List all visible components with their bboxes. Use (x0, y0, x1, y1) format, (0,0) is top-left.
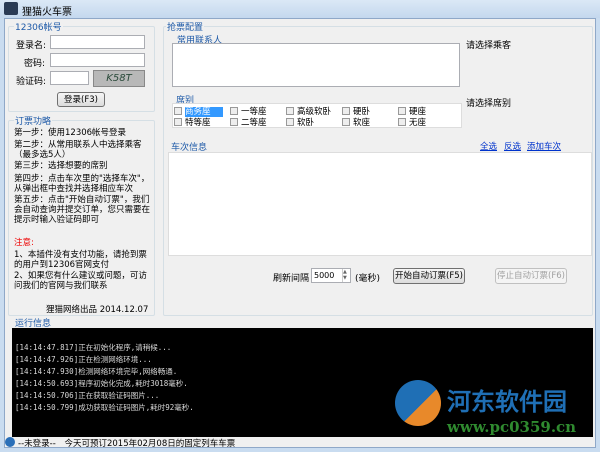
guide-step: 第二步：从常用联系人中选择乘客（最多选5人） (14, 140, 142, 160)
password-input[interactable] (50, 53, 145, 67)
login-status: --未登录-- (18, 439, 56, 449)
seat-option-label: 软卧 (297, 118, 315, 128)
seat-checkbox[interactable]: 软卧 (286, 116, 314, 128)
checkbox-icon[interactable] (398, 107, 406, 115)
checkbox-icon[interactable] (174, 107, 182, 115)
checkbox-icon[interactable] (286, 118, 294, 126)
notice-title: 注意: (14, 238, 34, 248)
refresh-value: 5000 (314, 271, 335, 280)
watermark-name: 河东软件园 (447, 387, 567, 416)
guide-footer: 狸猫网络出品 2014.12.07 (46, 305, 149, 315)
notice-item: 2、如果您有什么建议或问题，可访问我们的官网与我们联系 (14, 271, 147, 291)
config-group-label: 抢票配置 (166, 20, 205, 33)
checkbox-icon[interactable] (286, 107, 294, 115)
spinner-arrows-icon[interactable]: ▲ ▼ (342, 269, 350, 282)
refresh-label: 刷新间隔 (273, 274, 310, 284)
refresh-unit: (毫秒) (355, 274, 381, 284)
notice-item: 1、本插件没有支付功能，请抢到票的用户到12306官网支付 (14, 250, 147, 270)
seat-checkbox[interactable]: 无座 (398, 116, 426, 128)
app-icon (4, 2, 18, 15)
login-button[interactable]: 登录(F3) (57, 92, 105, 107)
checkbox-icon[interactable] (230, 107, 238, 115)
status-message: 今天可预订2015年02月08日的固定列车车票 (64, 439, 236, 449)
guide-group-label: 订票功略 (14, 114, 53, 127)
title-bar: 狸猫火车票 (0, 0, 600, 18)
checkbox-icon[interactable] (174, 118, 182, 126)
select-all-link[interactable]: 全选 (480, 140, 497, 152)
status-icon (5, 437, 15, 447)
status-bar: --未登录-- 今天可预订2015年02月08日的固定列车车票 (5, 437, 595, 451)
checkbox-icon[interactable] (398, 118, 406, 126)
guide-step: 第五步：点击"开始自动订票"，我们会自动查询并提交订单，您只需要在提示时输入验证… (14, 195, 151, 225)
seat-checkbox[interactable]: 软座 (342, 116, 370, 128)
seat-checkbox[interactable]: 二等座 (230, 116, 267, 128)
guide-step: 第四步：点击车次里的"选择车次"，从弹出框中查找并选择相应车次 (14, 174, 150, 194)
seat-option-label: 软座 (353, 118, 371, 128)
seat-option-label: 二等座 (241, 118, 267, 128)
add-train-link[interactable]: 添加车次 (527, 140, 561, 152)
seat-option-label: 无座 (409, 118, 427, 128)
checkbox-icon[interactable] (342, 118, 350, 126)
start-auto-booking-button[interactable]: 开始自动订票(F5) (393, 268, 465, 284)
watermark: 河东软件园 www.pc0359.cn (395, 380, 600, 440)
log-line: [14:14:47.926]正在检测网络环境... (15, 355, 152, 364)
seat-checkbox[interactable]: 特等座 (174, 116, 211, 128)
log-line: [14:14:47.930]检测网络环境完毕,网络畅通. (15, 367, 178, 376)
username-label: 登录名: (16, 41, 47, 51)
captcha-image[interactable]: K58T (93, 70, 145, 87)
watermark-logo (395, 380, 441, 426)
stop-auto-booking-button[interactable]: 停止自动订票(F6) (495, 268, 567, 284)
invert-selection-link[interactable]: 反选 (504, 140, 521, 152)
captcha-input[interactable] (50, 71, 89, 85)
captcha-label: 验证码: (16, 77, 47, 87)
account-group-label: 12306帐号 (14, 20, 63, 33)
contacts-list[interactable] (172, 43, 460, 87)
seat-hint: 请选择席别 (466, 99, 512, 109)
checkbox-icon[interactable] (342, 107, 350, 115)
checkbox-icon[interactable] (230, 118, 238, 126)
guide-step: 第三步：选择想要的席别 (14, 161, 108, 171)
password-label: 密码: (24, 59, 46, 69)
refresh-interval-spinner[interactable]: 5000 ▲ ▼ (311, 268, 351, 283)
train-list[interactable] (168, 152, 592, 256)
seat-option-label: 特等座 (185, 118, 211, 128)
window-title: 狸猫火车票 (22, 7, 72, 18)
contacts-hint: 请选择乘客 (466, 41, 512, 51)
watermark-url: www.pc0359.cn (447, 418, 577, 436)
username-input[interactable] (50, 35, 145, 49)
guide-step: 第一步：使用12306帐号登录 (14, 128, 127, 138)
log-line: [14:14:47.817]正在初始化程序,请稍候... (15, 343, 172, 352)
